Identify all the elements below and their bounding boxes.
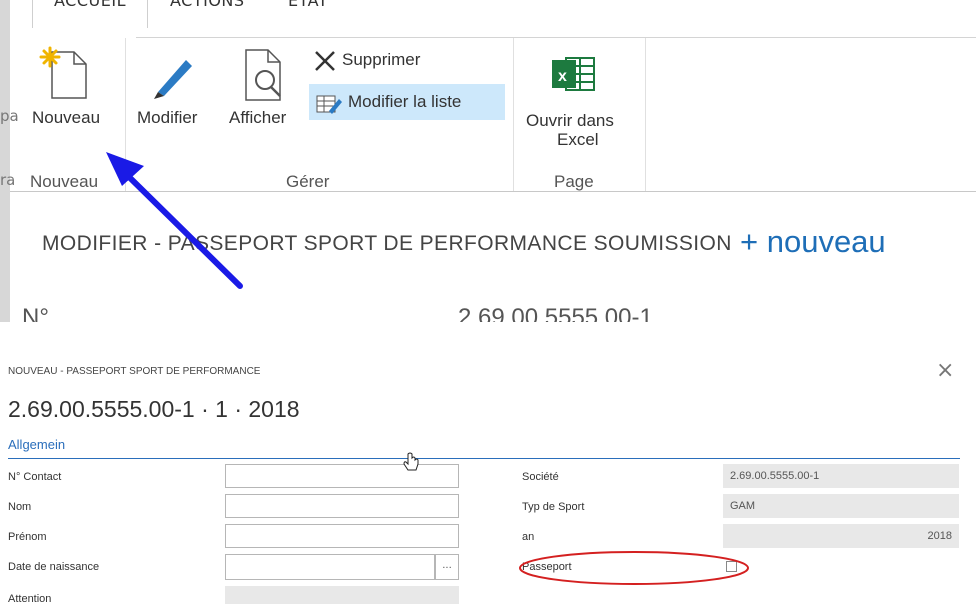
- ribbon-screenshot: pa ra ACCUEIL ACTIONS ETAT Nouveau Modif…: [0, 0, 976, 322]
- annotation-ellipse: [519, 551, 749, 585]
- annotation-arrow: [106, 152, 243, 289]
- dialog-screenshot: NOUVEAU - PASSEPORT SPORT DE PERFORMANCE…: [0, 352, 976, 604]
- hand-cursor-icon: [403, 452, 419, 471]
